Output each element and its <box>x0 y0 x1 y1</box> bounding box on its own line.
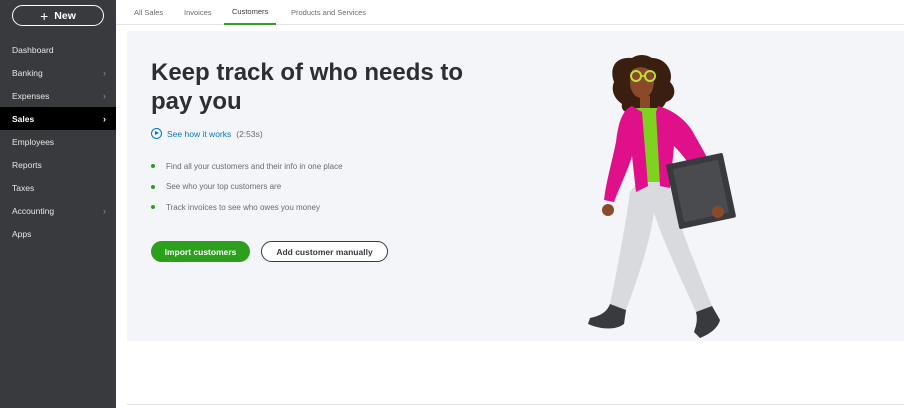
feature-text: Track invoices to see who owes you money <box>166 202 320 212</box>
sidebar: + New Dashboard Banking › Expenses › Sal… <box>0 0 116 408</box>
sidebar-item-banking[interactable]: Banking › <box>0 61 116 84</box>
video-duration: (2:53s) <box>236 128 263 139</box>
sidebar-item-taxes[interactable]: Taxes <box>0 176 116 199</box>
sidebar-item-apps[interactable]: Apps <box>0 222 116 245</box>
chevron-right-icon: › <box>103 113 106 124</box>
bullet-dot-icon <box>151 184 155 189</box>
bullet-dot-icon <box>151 205 155 210</box>
see-how-it-works-link[interactable]: See how it works (2:53s) <box>151 128 263 139</box>
sidebar-item-expenses[interactable]: Expenses › <box>0 84 116 107</box>
tab-all-sales[interactable]: All Sales <box>134 0 163 25</box>
feature-text: See who your top customers are <box>166 182 282 192</box>
sidebar-nav: Dashboard Banking › Expenses › Sales › E… <box>0 38 116 245</box>
divider <box>127 404 904 405</box>
sidebar-item-label: Expenses <box>12 90 50 101</box>
sidebar-item-label: Accounting <box>12 205 55 216</box>
video-link-label: See how it works <box>167 128 232 139</box>
sidebar-item-label: Apps <box>12 228 32 239</box>
sidebar-item-label: Banking <box>12 67 43 78</box>
feature-list: Find all your customers and their info i… <box>151 156 343 218</box>
plus-icon: + <box>40 7 49 24</box>
new-button-label: New <box>54 9 76 22</box>
feature-text: Find all your customers and their info i… <box>166 161 343 171</box>
sidebar-item-label: Employees <box>12 136 55 147</box>
page-title: Keep track of who needs to pay you <box>151 59 464 115</box>
sidebar-item-label: Sales <box>12 113 35 124</box>
list-item: Find all your customers and their info i… <box>151 156 343 177</box>
bullet-dot-icon <box>151 164 155 169</box>
chevron-right-icon: › <box>103 67 106 78</box>
chevron-right-icon: › <box>103 90 106 101</box>
tab-customers[interactable]: Customers <box>224 0 277 25</box>
list-item: Track invoices to see who owes you money <box>151 197 343 218</box>
sales-tabs: All Sales Invoices Customers Products an… <box>116 0 904 25</box>
chevron-right-icon: › <box>103 205 106 216</box>
woman-walking-illustration <box>588 55 736 338</box>
sidebar-item-label: Taxes <box>12 182 35 193</box>
sidebar-item-dashboard[interactable]: Dashboard <box>0 38 116 61</box>
sidebar-item-label: Reports <box>12 159 42 170</box>
add-customer-manually-button[interactable]: Add customer manually <box>261 241 388 262</box>
sidebar-item-sales[interactable]: Sales › <box>0 107 116 130</box>
play-circle-icon <box>151 128 162 139</box>
sidebar-item-employees[interactable]: Employees <box>0 130 116 153</box>
import-customers-button[interactable]: Import customers <box>151 241 250 262</box>
new-button[interactable]: + New <box>12 5 104 26</box>
tab-invoices[interactable]: Invoices <box>184 0 212 25</box>
sidebar-item-label: Dashboard <box>12 44 54 55</box>
sidebar-item-reports[interactable]: Reports <box>0 153 116 176</box>
list-item: See who your top customers are <box>151 177 343 198</box>
tab-products-and-services[interactable]: Products and Services <box>291 0 366 25</box>
sidebar-item-accounting[interactable]: Accounting › <box>0 199 116 222</box>
